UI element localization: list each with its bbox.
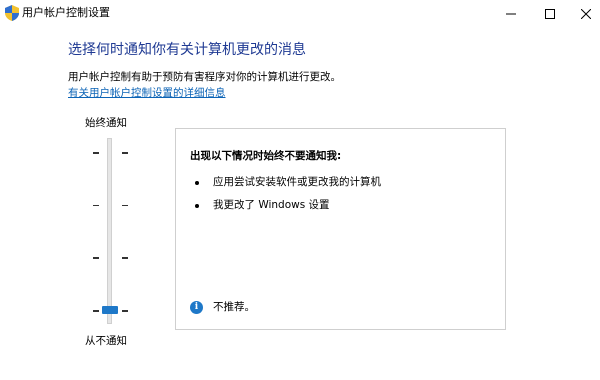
page-heading: 选择何时通知你有关计算机更改的消息 [68, 42, 306, 58]
slider-tick [122, 257, 128, 259]
page-description: 用户帐户控制有助于预防有害程序对你的计算机进行更改。 [68, 71, 341, 83]
bullet-icon [195, 203, 199, 208]
minimize-icon [506, 4, 516, 23]
slider-tick [93, 152, 99, 154]
slider-tick [122, 310, 128, 312]
panel-title: 出现以下情况时始终不要通知我: [190, 150, 342, 162]
close-button[interactable] [563, 0, 600, 26]
slider-top-label: 始终通知 [85, 117, 127, 129]
notification-level-slider[interactable] [88, 138, 134, 324]
info-icon: i [190, 301, 203, 314]
slider-tick [93, 257, 99, 259]
list-item: 应用尝试安装软件或更改我的计算机 [190, 176, 381, 189]
title-bar: 用户帐户控制设置 [0, 0, 600, 26]
level-description-panel: 出现以下情况时始终不要通知我: 应用尝试安装软件或更改我的计算机 我更改了 Wi… [175, 128, 506, 330]
list-item: 我更改了 Windows 设置 [190, 199, 330, 212]
uac-settings-window: 用户帐户控制设置 选择何时通知你有关计算机更改的消息 用户帐户控制有助于预防有害… [0, 0, 600, 380]
list-item-text: 应用尝试安装软件或更改我的计算机 [213, 176, 381, 188]
slider-thumb[interactable] [102, 306, 118, 314]
slider-tick [93, 310, 99, 312]
slider-tick [93, 204, 99, 207]
panel-footer: i 不推荐。 [190, 301, 255, 314]
slider-bottom-label: 从不通知 [85, 335, 127, 347]
slider-track[interactable] [107, 138, 112, 324]
list-item-text: 我更改了 Windows 设置 [213, 199, 330, 211]
recommendation-text: 不推荐。 [213, 301, 255, 313]
uac-shield-icon [5, 5, 19, 21]
window-title: 用户帐户控制设置 [22, 6, 110, 19]
slider-tick [122, 204, 128, 207]
details-link[interactable]: 有关用户帐户控制设置的详细信息 [68, 87, 226, 100]
maximize-icon [545, 4, 555, 23]
slider-tick [122, 152, 128, 154]
bullet-icon [195, 180, 199, 185]
close-icon [580, 4, 592, 23]
